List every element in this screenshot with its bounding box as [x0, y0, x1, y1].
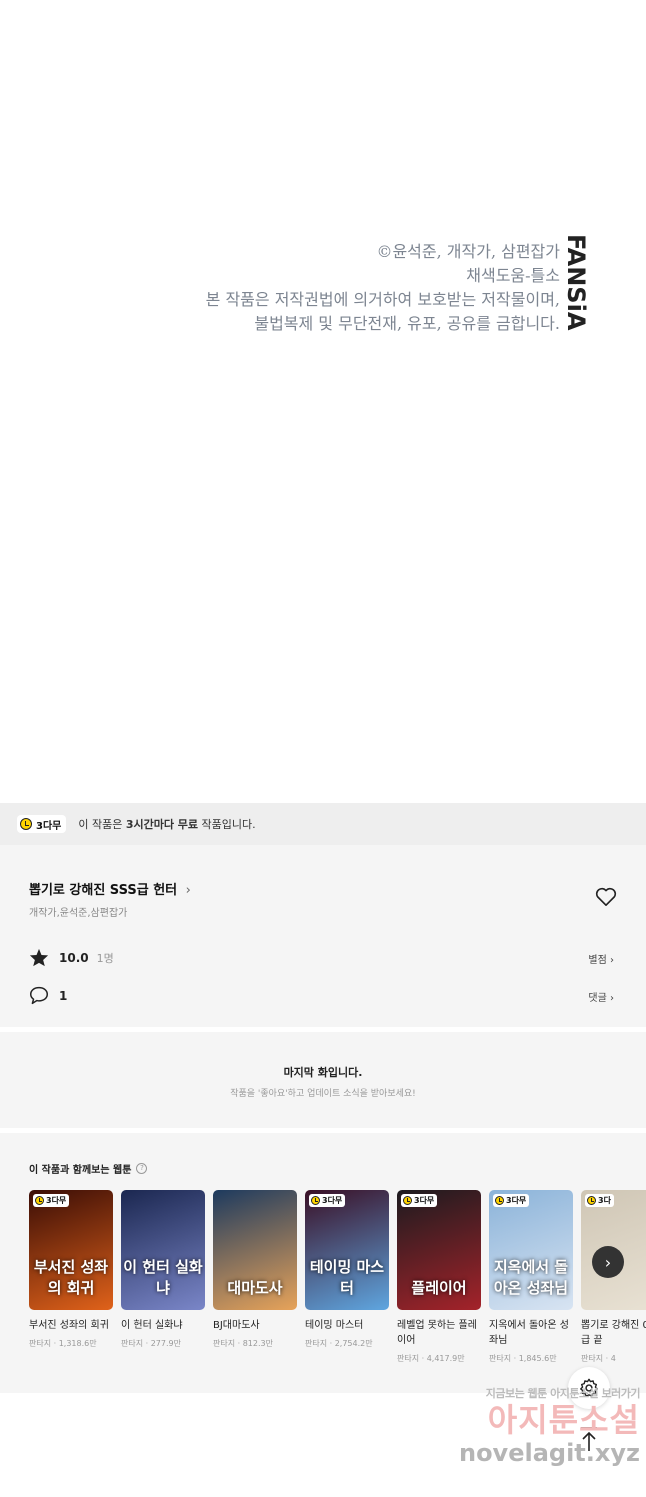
comment-count: 1	[59, 988, 68, 1003]
card-thumbnail: 대마도사	[213, 1190, 297, 1310]
recommendation-card[interactable]: 대마도사 BJ대마도사 판타지 · 812.3만	[213, 1190, 297, 1364]
series-info-panel: 뽑기로 강해진 SSS급 헌터 › 개작가,윤석준,삼편잡가 10.0 1명 별…	[0, 845, 646, 1027]
card-thumbnail: 3다무 지옥에서 돌아온 성좌님	[489, 1190, 573, 1310]
badge-label: 3다무	[506, 1196, 527, 1205]
carousel-next-button[interactable]: ›	[592, 1246, 624, 1278]
card-title: 이 헌터 실화냐	[121, 1320, 183, 1331]
card-meta: 판타지 · 1,845.6만	[489, 1354, 557, 1363]
wait-free-badge-label: 3다무	[36, 820, 62, 832]
last-episode-subtitle: 작품을 '좋아요'하고 업데이트 소식을 받아보세요!	[230, 1089, 416, 1099]
credit-line-coloring: 채색도움-틀소	[466, 266, 560, 285]
recommendations-panel: 이 작품과 함께보는 웹툰 ? 3다무 부서진 성좌의 회귀 부서진 성좌의 회…	[0, 1133, 646, 1393]
copyright-credits: ©윤석준, 개작가, 삼편잡가 채색도움-틀소 본 작품은 저작권법에 의거하여…	[160, 240, 560, 336]
help-icon[interactable]: ?	[136, 1163, 148, 1174]
badge-label: 3다무	[414, 1196, 435, 1205]
clock-icon	[495, 1196, 504, 1205]
badge-label: 3다무	[322, 1196, 343, 1205]
fansia-logo-text: FANSiA	[562, 234, 590, 331]
notice-prefix: 이 작품은	[78, 818, 126, 831]
card-meta: 판타지 · 1,318.6만	[29, 1339, 97, 1348]
series-title: 뽑기로 강해진 SSS급 헌터	[29, 883, 178, 898]
rating-link[interactable]: 별점 ›	[588, 951, 614, 966]
wait-free-badge: 3다무	[33, 1194, 70, 1207]
rating-row: 10.0 1명	[29, 948, 114, 967]
chevron-right-icon: ›	[185, 883, 191, 898]
card-title: 레벨업 못하는 플레이어	[397, 1320, 477, 1346]
clock-icon	[35, 1196, 44, 1205]
cover-title: 이 헌터 실화냐	[123, 1258, 203, 1297]
wait-free-badge: 3다무	[401, 1194, 438, 1207]
card-title: 지옥에서 돌아온 성좌님	[489, 1320, 569, 1346]
card-meta: 판타지 · 812.3만	[213, 1339, 273, 1348]
star-icon	[29, 948, 49, 967]
last-episode-panel: 마지막 화입니다. 작품을 '좋아요'하고 업데이트 소식을 받아보세요!	[0, 1032, 646, 1128]
wait-free-badge: 3다무	[17, 815, 67, 833]
card-title: 뽑기로 강해진 0성급 끝	[581, 1320, 646, 1346]
chevron-right-icon: ›	[604, 1252, 612, 1272]
chevron-right-icon: ›	[610, 955, 614, 966]
recommendations-heading: 이 작품과 함께보는 웹툰 ?	[29, 1161, 148, 1176]
card-title: 테이밍 마스터	[305, 1320, 364, 1331]
recommendation-card[interactable]: 이 헌터 실화냐 이 헌터 실화냐 판타지 · 277.9만	[121, 1190, 205, 1364]
wait-free-badge: 3다	[585, 1194, 614, 1207]
rating-value: 10.0	[59, 950, 89, 965]
watermark-line3: novelagit.xyz	[458, 1439, 640, 1467]
card-thumbnail: 3다무 테이밍 마스터	[305, 1190, 389, 1310]
notice-suffix: 작품입니다.	[198, 818, 256, 831]
last-episode-title: 마지막 화입니다.	[283, 1066, 363, 1079]
recommendation-card[interactable]: 3다무 플레이어 레벨업 못하는 플레이어 판타지 · 4,417.9만	[397, 1190, 481, 1364]
heart-icon[interactable]	[595, 887, 617, 907]
credit-line-copyright: 본 작품은 저작권법에 의거하여 보호받는 저작물이며,	[205, 290, 560, 309]
recommendation-card[interactable]: 3다무 테이밍 마스터 테이밍 마스터 판타지 · 2,754.2만	[305, 1190, 389, 1364]
wait-free-badge: 3다무	[309, 1194, 346, 1207]
free-notice-text: 이 작품은 3시간마다 무료 작품입니다.	[78, 816, 255, 832]
card-meta: 판타지 · 277.9만	[121, 1339, 181, 1348]
comment-bubble-icon	[29, 986, 49, 1005]
cover-title: 테이밍 마스터	[309, 1258, 385, 1297]
card-meta: 판타지 · 2,754.2만	[305, 1339, 373, 1348]
cover-title: 대마도사	[227, 1279, 283, 1297]
credit-line-authors: ©윤석준, 개작가, 삼편잡가	[376, 242, 560, 261]
recommendation-carousel: 3다무 부서진 성좌의 회귀 부서진 성좌의 회귀 판타지 · 1,318.6만…	[29, 1190, 646, 1364]
clock-icon	[311, 1196, 320, 1205]
rating-count: 1명	[96, 951, 114, 965]
recommendations-heading-text: 이 작품과 함께보는 웹툰	[29, 1165, 132, 1176]
card-thumbnail: 3다무 플레이어	[397, 1190, 481, 1310]
fansia-logo: FANSiA	[562, 234, 590, 331]
badge-label: 3다	[598, 1196, 611, 1205]
comments-link[interactable]: 댓글 ›	[588, 989, 614, 1004]
clock-icon	[20, 818, 32, 830]
card-meta: 판타지 · 4	[581, 1354, 616, 1363]
comment-row: 1	[29, 986, 67, 1005]
free-notice-bar: 3다무 이 작품은 3시간마다 무료 작품입니다.	[0, 803, 646, 845]
series-title-link[interactable]: 뽑기로 강해진 SSS급 헌터 ›	[29, 879, 191, 898]
card-meta: 판타지 · 4,417.9만	[397, 1354, 465, 1363]
watermark-line2: 아지툰소설	[487, 1401, 640, 1439]
wait-free-badge: 3다무	[493, 1194, 530, 1207]
cover-title: 지옥에서 돌아온 성좌님	[493, 1258, 569, 1297]
watermark-line1: 지금보는 웹툰 아지툰소설 보러가기	[485, 1387, 641, 1400]
clock-icon	[403, 1196, 412, 1205]
recommendation-card[interactable]: 3다무 부서진 성좌의 회귀 부서진 성좌의 회귀 판타지 · 1,318.6만	[29, 1190, 113, 1364]
card-title: BJ대마도사	[213, 1320, 260, 1331]
card-thumbnail: 3다무 부서진 성좌의 회귀	[29, 1190, 113, 1310]
credit-line-prohibition: 불법복제 및 무단전재, 유포, 공유를 금합니다.	[254, 314, 560, 333]
cover-title: 부서진 성좌의 회귀	[33, 1258, 109, 1297]
watermark: 지금보는 웹툰 아지툰소설 보러가기 아지툰소설 novelagit.xyz	[440, 1385, 641, 1467]
series-authors: 개작가,윤석준,삼편잡가	[29, 908, 128, 919]
notice-bold: 3시간마다 무료	[125, 818, 199, 831]
badge-label: 3다무	[46, 1196, 67, 1205]
comments-link-label: 댓글	[588, 993, 607, 1004]
recommendation-card[interactable]: 3다무 지옥에서 돌아온 성좌님 지옥에서 돌아온 성좌님 판타지 · 1,84…	[489, 1190, 573, 1364]
card-title: 부서진 성좌의 회귀	[29, 1320, 109, 1331]
clock-icon	[587, 1196, 596, 1205]
rating-link-label: 별점	[588, 955, 607, 966]
cover-title: 플레이어	[411, 1279, 467, 1297]
card-thumbnail: 이 헌터 실화냐	[121, 1190, 205, 1310]
chevron-right-icon: ›	[610, 993, 614, 1004]
